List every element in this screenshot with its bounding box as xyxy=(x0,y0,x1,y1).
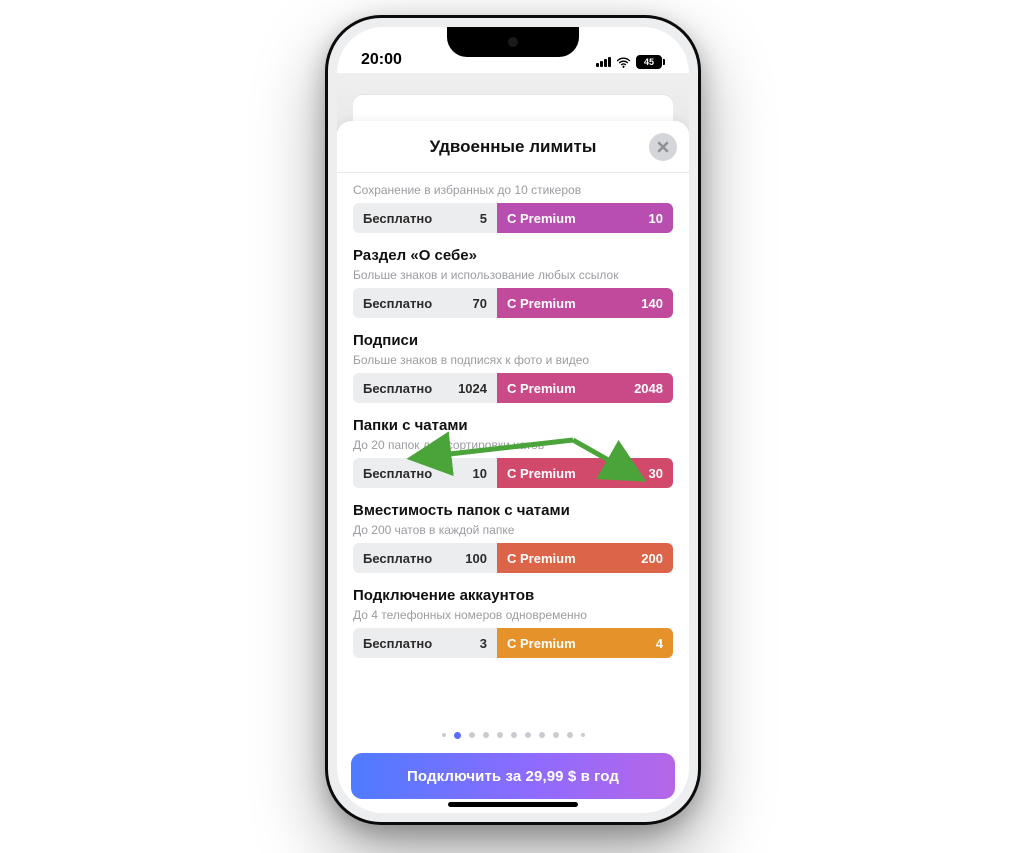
limit-premium-value: 140 xyxy=(641,296,663,311)
limit-premium-value: 30 xyxy=(649,466,663,481)
limit-subtitle: До 200 чатов в каждой папке xyxy=(353,523,673,537)
limit-premium: C Premium 200 xyxy=(497,543,673,573)
cellular-icon xyxy=(596,57,611,67)
limit-title: Вместимость папок с чатами xyxy=(353,502,673,519)
limit-bar: Бесплатно 70 C Premium 140 xyxy=(353,288,673,318)
limit-free-value: 1024 xyxy=(458,381,487,396)
limit-premium-value: 2048 xyxy=(634,381,663,396)
limit-premium-value: 4 xyxy=(656,636,663,651)
limit-title: Подключение аккаунтов xyxy=(353,587,673,604)
page-dot xyxy=(567,732,573,738)
page-dot xyxy=(539,732,545,738)
limit-premium-value: 10 xyxy=(649,211,663,226)
limit-premium-label: C Premium xyxy=(507,551,576,566)
limit-premium: C Premium 4 xyxy=(497,628,673,658)
close-button[interactable] xyxy=(649,133,677,161)
limit-bar: Бесплатно 5 C Premium 10 xyxy=(353,203,673,233)
limit-subtitle: До 4 телефонных номеров одновременно xyxy=(353,608,673,622)
limit-bar: Бесплатно 100 C Premium 200 xyxy=(353,543,673,573)
page-dot xyxy=(442,733,446,737)
limit-subtitle: Больше знаков и использование любых ссыл… xyxy=(353,268,673,282)
page-dot xyxy=(525,732,531,738)
limits-sheet: Удвоенные лимиты Сохранение в избранных … xyxy=(337,121,689,813)
limit-free-label: Бесплатно xyxy=(363,296,432,311)
limit-free-value: 70 xyxy=(473,296,487,311)
limit-subtitle: До 20 папок для сортировки чатов xyxy=(353,438,673,452)
limit-free-value: 5 xyxy=(480,211,487,226)
limit-subtitle: Больше знаков в подписях к фото и видео xyxy=(353,353,673,367)
limit-free-value: 3 xyxy=(480,636,487,651)
limit-free: Бесплатно 3 xyxy=(353,628,497,658)
page-indicator xyxy=(337,721,689,749)
limit-free: Бесплатно 100 xyxy=(353,543,497,573)
limit-premium-label: C Premium xyxy=(507,466,576,481)
limit-free-label: Бесплатно xyxy=(363,466,432,481)
status-time: 20:00 xyxy=(361,51,402,69)
limit-free: Бесплатно 1024 xyxy=(353,373,497,403)
limit-free-label: Бесплатно xyxy=(363,551,432,566)
limit-free-value: 100 xyxy=(465,551,487,566)
limit-bar: Бесплатно 10 C Premium 30 xyxy=(353,458,673,488)
limit-premium-label: C Premium xyxy=(507,636,576,651)
page-dot xyxy=(454,732,461,739)
limit-free: Бесплатно 70 xyxy=(353,288,497,318)
limit-title: Подписи xyxy=(353,332,673,349)
battery-level: 45 xyxy=(636,55,662,69)
limits-list[interactable]: Сохранение в избранных до 10 стикеров Бес… xyxy=(337,173,689,721)
page-dot xyxy=(581,733,585,737)
notch xyxy=(447,27,579,57)
limit-subtitle: Сохранение в избранных до 10 стикеров xyxy=(353,183,673,197)
phone-frame: 20:00 45 Удвоенные лимиты xyxy=(325,15,701,825)
limit-title: Папки с чатами xyxy=(353,417,673,434)
limit-premium-label: C Premium xyxy=(507,296,576,311)
close-icon xyxy=(657,141,669,153)
subscribe-button[interactable]: Подключить за 29,99 $ в год xyxy=(351,753,675,799)
limit-premium: C Premium 140 xyxy=(497,288,673,318)
home-indicator[interactable] xyxy=(448,802,578,807)
phone-screen: 20:00 45 Удвоенные лимиты xyxy=(337,27,689,813)
sheet-backdrop-card xyxy=(353,95,673,121)
battery-icon: 45 xyxy=(636,55,665,69)
page-dot xyxy=(497,732,503,738)
limit-premium: C Premium 10 xyxy=(497,203,673,233)
limit-premium-label: C Premium xyxy=(507,381,576,396)
limit-bar: Бесплатно 3 C Premium 4 xyxy=(353,628,673,658)
limit-premium: C Premium 2048 xyxy=(497,373,673,403)
limit-premium-value: 200 xyxy=(641,551,663,566)
wifi-icon xyxy=(615,56,632,68)
limit-free-label: Бесплатно xyxy=(363,211,432,226)
limit-free-value: 10 xyxy=(473,466,487,481)
limit-free-label: Бесплатно xyxy=(363,636,432,651)
page-dot xyxy=(553,732,559,738)
limit-free: Бесплатно 5 xyxy=(353,203,497,233)
page-dot xyxy=(469,732,475,738)
limit-bar: Бесплатно 1024 C Premium 2048 xyxy=(353,373,673,403)
limit-premium: C Premium 30 xyxy=(497,458,673,488)
limit-free: Бесплатно 10 xyxy=(353,458,497,488)
limit-free-label: Бесплатно xyxy=(363,381,432,396)
page-dot xyxy=(483,732,489,738)
sheet-header: Удвоенные лимиты xyxy=(337,121,689,173)
page-dot xyxy=(511,732,517,738)
sheet-title: Удвоенные лимиты xyxy=(430,137,597,157)
limit-premium-label: C Premium xyxy=(507,211,576,226)
limit-title: Раздел «О себе» xyxy=(353,247,673,264)
